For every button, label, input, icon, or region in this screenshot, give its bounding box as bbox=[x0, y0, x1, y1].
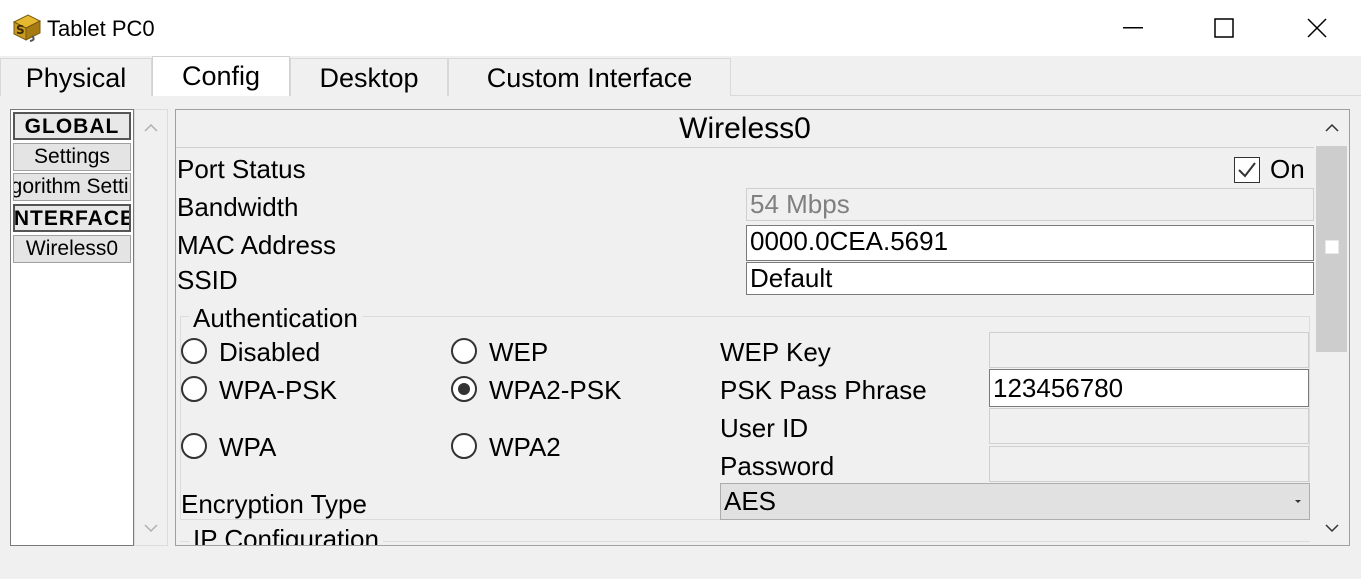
port-status-checkbox[interactable] bbox=[1234, 157, 1260, 183]
ssid-label: SSID bbox=[177, 265, 238, 295]
psk-pass-phrase-label: PSK Pass Phrase bbox=[720, 375, 927, 405]
bandwidth-label: Bandwidth bbox=[177, 192, 299, 222]
tab-desktop[interactable]: Desktop bbox=[290, 58, 448, 96]
user-id-label: User ID bbox=[720, 413, 809, 443]
wireless-panel: Wireless0 Port Status On Bandwidth 54 Mb… bbox=[175, 109, 1350, 546]
maximize-icon bbox=[1214, 18, 1234, 38]
radio-wpa-label[interactable]: WPA bbox=[219, 432, 276, 463]
port-status-label: Port Status bbox=[177, 154, 306, 184]
sidebar-item-algorithm-settings[interactable]: Algorithm Settings bbox=[13, 173, 131, 201]
radio-wpa2-psk[interactable] bbox=[451, 376, 477, 402]
sidebar-item-wireless0[interactable]: Wireless0 bbox=[13, 235, 131, 263]
close-button[interactable] bbox=[1270, 0, 1361, 56]
wep-key-label: WEP Key bbox=[720, 337, 831, 367]
maximize-button[interactable] bbox=[1177, 0, 1271, 56]
mac-address-label: MAC Address bbox=[177, 230, 336, 260]
bandwidth-field: 54 Mbps bbox=[746, 188, 1314, 221]
scrollbar-thumb[interactable] bbox=[1316, 146, 1347, 352]
sidebar-header-interface: INTERFACE bbox=[13, 204, 131, 232]
wep-key-field[interactable] bbox=[989, 332, 1309, 368]
tab-config[interactable]: Config bbox=[152, 56, 290, 97]
radio-wpa2[interactable] bbox=[451, 433, 477, 459]
encryption-type-label: Encryption Type bbox=[181, 489, 367, 519]
radio-wpa2-label[interactable]: WPA2 bbox=[489, 432, 561, 463]
window-title: Tablet PC0 bbox=[47, 16, 155, 41]
minimize-button[interactable] bbox=[1086, 0, 1180, 56]
config-sidebar: GLOBAL Settings Algorithm Settings INTER… bbox=[10, 109, 134, 546]
password-field[interactable] bbox=[989, 446, 1309, 482]
title-bar: S Tablet PC0 bbox=[0, 0, 1361, 56]
scroll-down-icon[interactable] bbox=[135, 513, 167, 543]
tab-physical[interactable]: Physical bbox=[0, 58, 152, 96]
svg-text:S: S bbox=[16, 23, 25, 37]
radio-wpa-psk[interactable] bbox=[181, 376, 207, 402]
radio-wpa2-psk-label[interactable]: WPA2-PSK bbox=[489, 375, 621, 406]
radio-disabled-label[interactable]: Disabled bbox=[219, 337, 320, 368]
password-label: Password bbox=[720, 451, 835, 481]
dropdown-arrow-icon bbox=[1295, 500, 1301, 503]
port-status-on-label: On bbox=[1270, 154, 1305, 184]
check-icon bbox=[1238, 162, 1256, 178]
close-icon bbox=[1307, 18, 1327, 38]
scroll-up-icon[interactable] bbox=[135, 112, 167, 142]
encryption-type-value: AES bbox=[724, 486, 777, 516]
sidebar-item-label: Algorithm Settings bbox=[13, 175, 130, 198]
mac-address-field[interactable]: 0000.0CEA.5691 bbox=[746, 225, 1314, 261]
radio-wpa[interactable] bbox=[181, 433, 207, 459]
thumb-grip-icon bbox=[1325, 240, 1339, 254]
tab-bar: Physical Config Desktop Custom Interface bbox=[0, 56, 1361, 97]
user-id-field[interactable] bbox=[989, 408, 1309, 444]
ssid-field[interactable]: Default bbox=[746, 262, 1314, 295]
packet-tracer-app-icon: S bbox=[10, 12, 42, 42]
encryption-type-select[interactable]: AES bbox=[720, 483, 1310, 520]
sidebar-item-settings[interactable]: Settings bbox=[13, 143, 131, 171]
sidebar-header-global: GLOBAL bbox=[13, 112, 131, 140]
radio-wep[interactable] bbox=[451, 338, 477, 364]
minimize-icon bbox=[1123, 27, 1143, 29]
panel-scrollbar[interactable] bbox=[1314, 110, 1349, 545]
panel-title: Wireless0 bbox=[176, 110, 1314, 148]
tab-custom-interface[interactable]: Custom Interface bbox=[448, 58, 731, 96]
radio-wep-label[interactable]: WEP bbox=[489, 337, 548, 368]
scroll-up-icon[interactable] bbox=[1314, 112, 1349, 142]
radio-disabled[interactable] bbox=[181, 338, 207, 364]
radio-selected-dot bbox=[458, 383, 470, 395]
authentication-title: Authentication bbox=[189, 303, 362, 334]
sidebar-scrollbar[interactable] bbox=[134, 109, 168, 546]
scroll-down-icon[interactable] bbox=[1314, 513, 1349, 543]
psk-pass-phrase-field[interactable]: 123456780 bbox=[989, 369, 1309, 407]
sidebar-header-label: INTERFACE bbox=[13, 207, 131, 230]
config-content: GLOBAL Settings Algorithm Settings INTER… bbox=[0, 96, 1361, 579]
ip-configuration-title: IP Configuration bbox=[189, 524, 383, 545]
radio-wpa-psk-label[interactable]: WPA-PSK bbox=[219, 375, 337, 406]
